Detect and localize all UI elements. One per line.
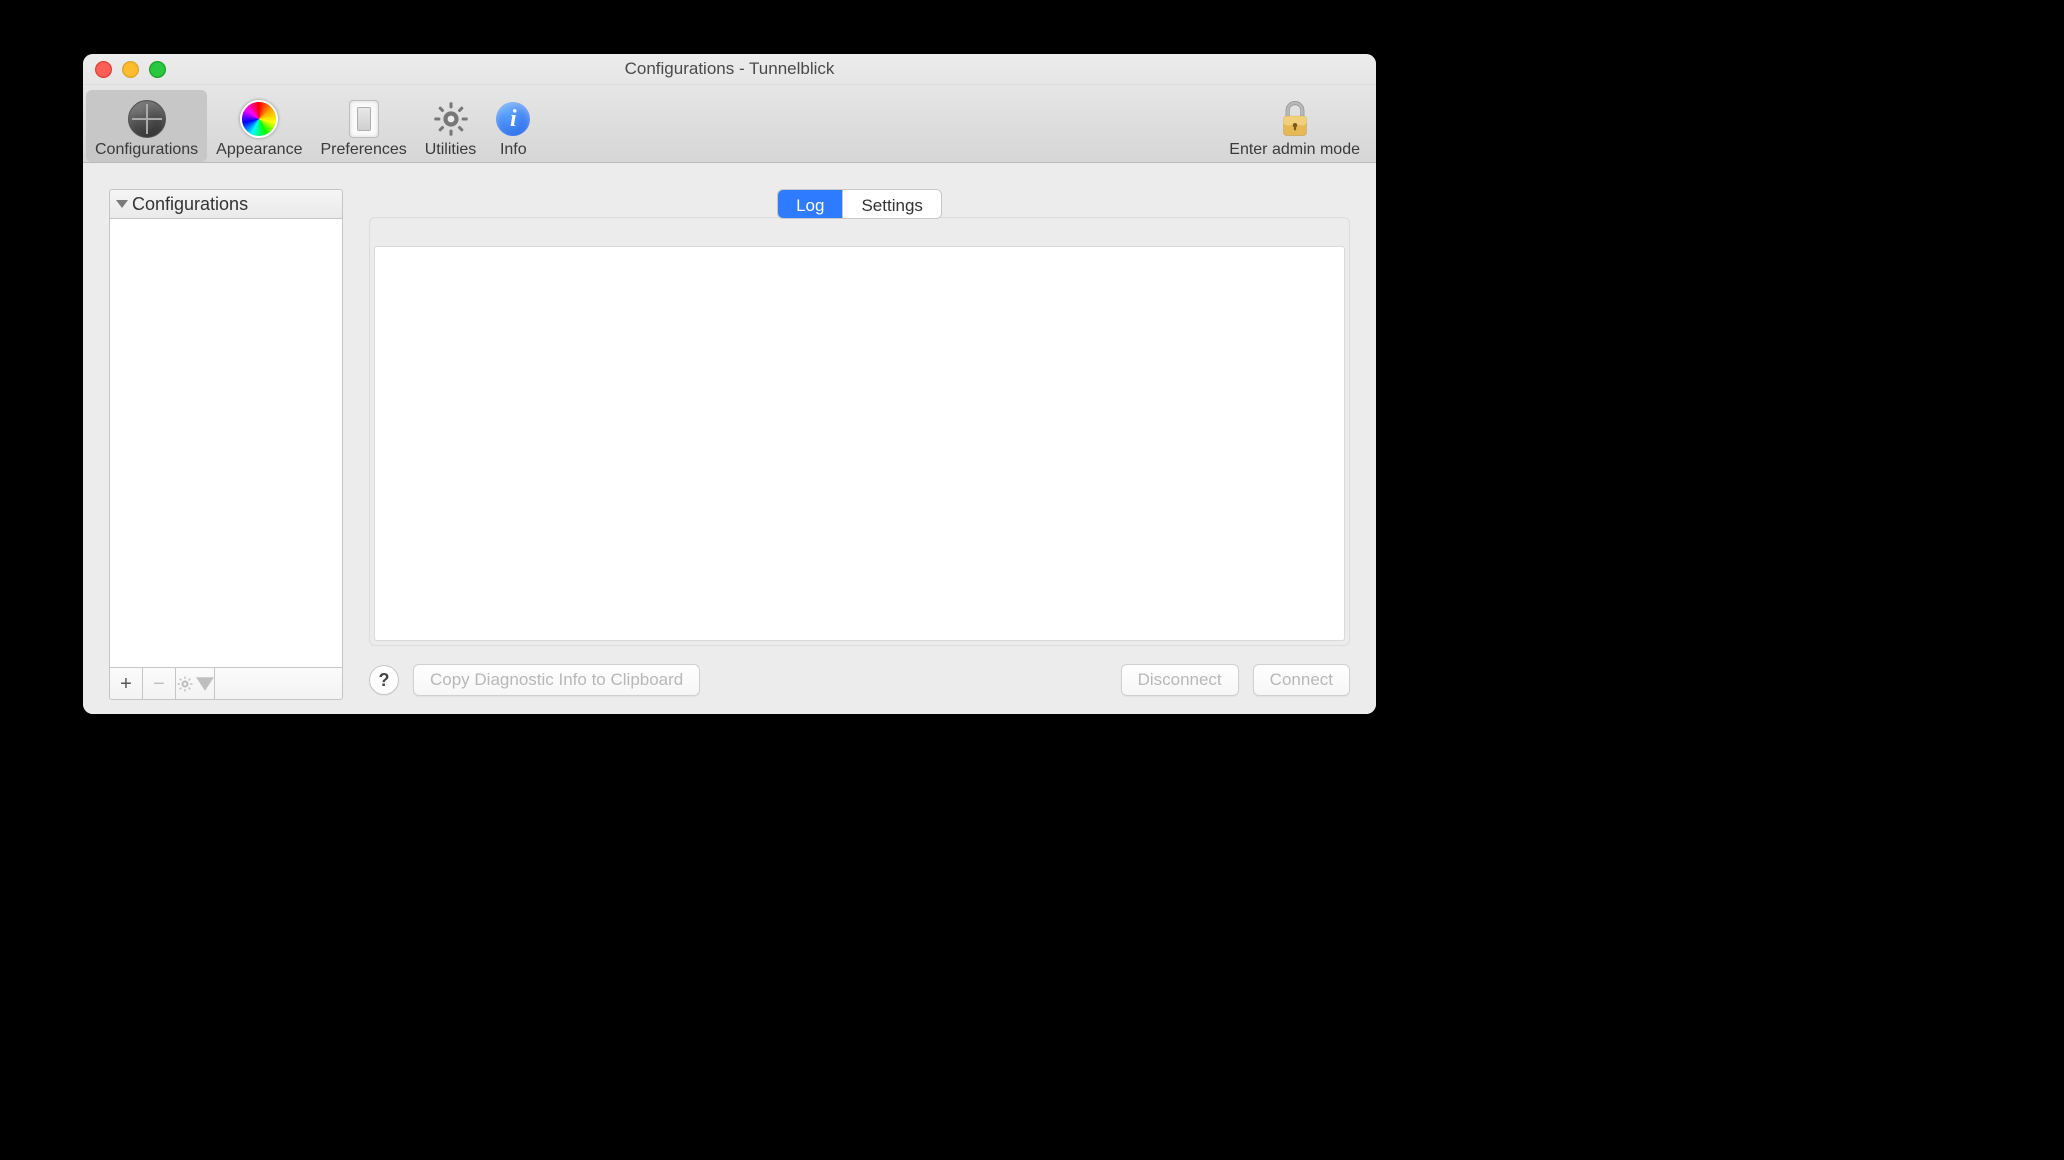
- gear-dropdown-icon: [176, 675, 214, 693]
- content-area: Configurations + −: [83, 163, 1376, 714]
- log-textview[interactable]: [374, 246, 1345, 641]
- zoom-window-button[interactable]: [149, 61, 166, 78]
- segmented-tab-log[interactable]: Log: [778, 190, 842, 218]
- copy-diagnostic-button[interactable]: Copy Diagnostic Info to Clipboard: [413, 664, 700, 696]
- toolbar-tab-configurations[interactable]: Configurations: [86, 90, 207, 162]
- segmented-label: Settings: [861, 196, 922, 216]
- remove-configuration-button[interactable]: −: [143, 668, 176, 699]
- toolbar-label: Info: [500, 142, 527, 158]
- sidebar-header[interactable]: Configurations: [109, 189, 343, 219]
- toolbar: Configurations Appearance Preferences: [83, 85, 1376, 163]
- toolbar-label: Appearance: [216, 142, 302, 158]
- admin-mode-label: Enter admin mode: [1229, 142, 1360, 158]
- help-button[interactable]: ?: [369, 665, 399, 695]
- disconnect-button[interactable]: Disconnect: [1121, 664, 1239, 696]
- toolbar-tab-preferences[interactable]: Preferences: [311, 90, 415, 162]
- toolbar-label: Configurations: [95, 142, 198, 158]
- question-icon: ?: [379, 670, 390, 691]
- app-window: Configurations - Tunnelblick Configurati…: [83, 54, 1376, 714]
- connect-button[interactable]: Connect: [1253, 664, 1350, 696]
- info-icon: i: [494, 100, 532, 138]
- window-title: Configurations - Tunnelblick: [625, 59, 835, 79]
- close-window-button[interactable]: [95, 61, 112, 78]
- button-label: Disconnect: [1138, 670, 1222, 690]
- disclosure-triangle-icon: [116, 200, 128, 208]
- lock-icon: [1276, 100, 1314, 138]
- network-globe-icon: [128, 100, 166, 138]
- toolbar-label: Utilities: [425, 142, 477, 158]
- sidebar-header-label: Configurations: [132, 194, 248, 215]
- main-frame: [369, 217, 1350, 646]
- gear-icon: [432, 100, 470, 138]
- segmented-label: Log: [796, 196, 824, 216]
- plus-icon: +: [120, 674, 132, 694]
- enter-admin-mode-button[interactable]: Enter admin mode: [1219, 90, 1370, 162]
- toolbar-label: Preferences: [320, 142, 406, 158]
- titlebar: Configurations - Tunnelblick: [83, 54, 1376, 85]
- configurations-list[interactable]: [109, 219, 343, 668]
- button-label: Connect: [1270, 670, 1333, 690]
- segmented-tab-settings[interactable]: Settings: [842, 190, 940, 218]
- configuration-actions-menu[interactable]: [176, 668, 215, 699]
- main-panel: Log Settings ? Copy Diagnostic Info to C…: [369, 189, 1350, 700]
- toolbar-tab-info[interactable]: i Info: [485, 90, 541, 162]
- add-configuration-button[interactable]: +: [110, 668, 143, 699]
- toolbar-tab-utilities[interactable]: Utilities: [416, 90, 486, 162]
- bottom-button-row: ? Copy Diagnostic Info to Clipboard Disc…: [369, 660, 1350, 700]
- sidebar-footer: + −: [109, 668, 343, 700]
- configurations-sidebar: Configurations + −: [109, 189, 343, 700]
- log-settings-segmented-control: Log Settings: [777, 189, 942, 219]
- minus-icon: −: [153, 674, 165, 694]
- minimize-window-button[interactable]: [122, 61, 139, 78]
- button-label: Copy Diagnostic Info to Clipboard: [430, 670, 683, 690]
- window-controls: [95, 61, 166, 78]
- color-wheel-icon: [240, 100, 278, 138]
- toolbar-tab-appearance[interactable]: Appearance: [207, 90, 311, 162]
- switch-icon: [345, 100, 383, 138]
- sidebar-footer-spacer: [215, 668, 342, 699]
